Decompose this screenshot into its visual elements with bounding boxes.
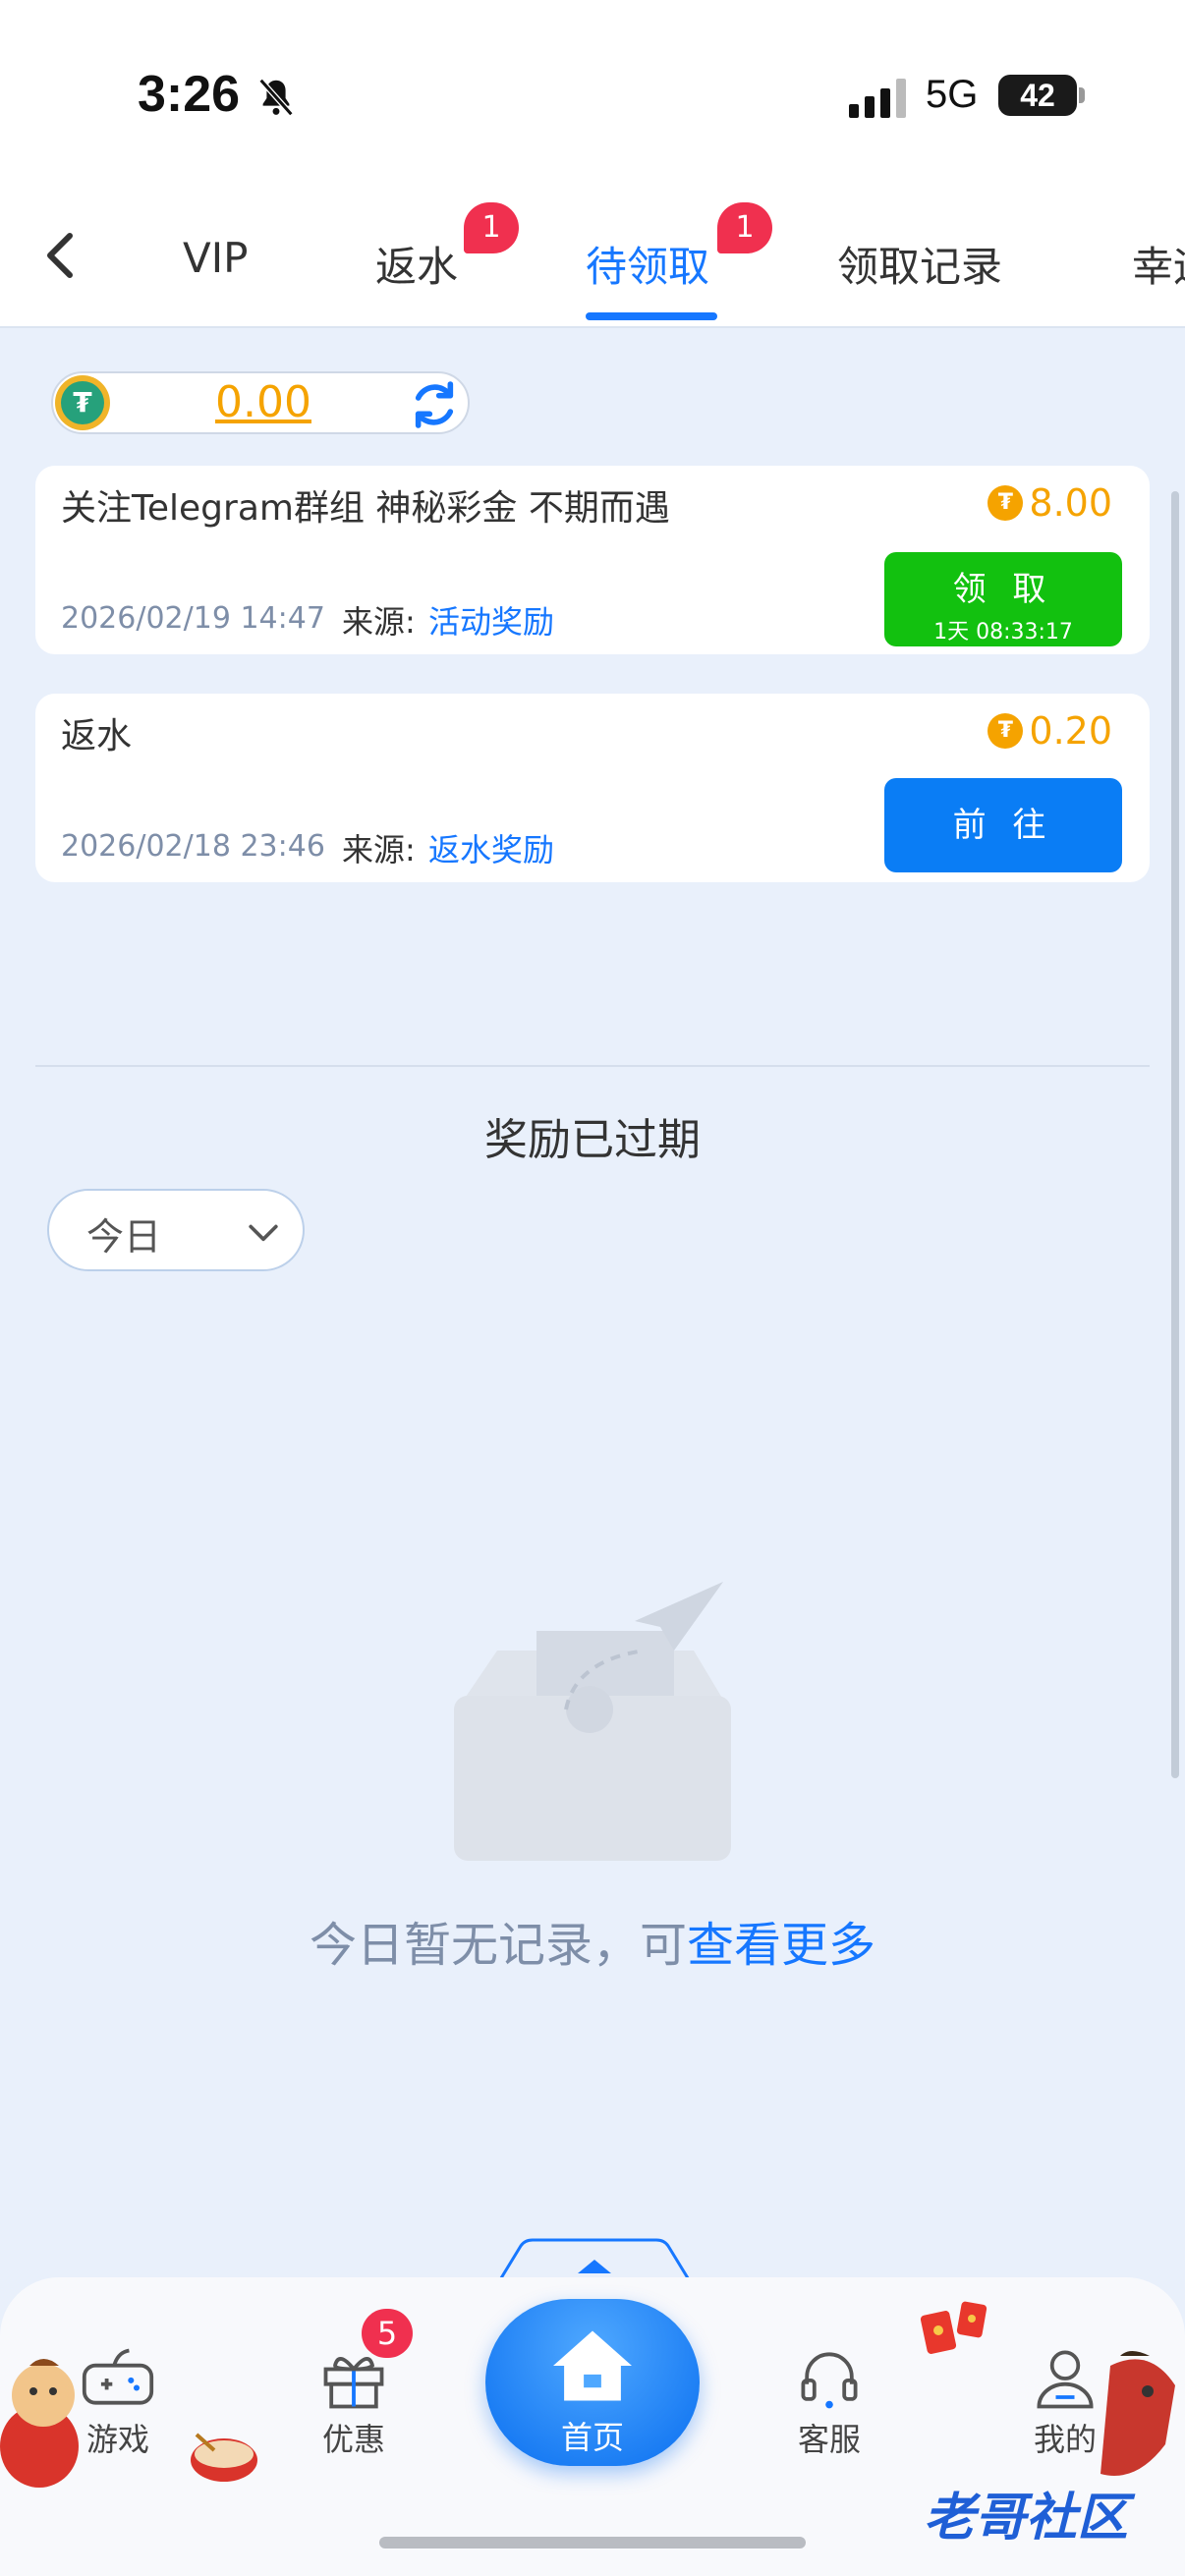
status-time: 3:26 [138,66,241,123]
tab-rebate[interactable]: 返水 [375,234,458,294]
claim-button-label: 领 取 [952,570,1054,609]
view-more-link[interactable]: 查看更多 [687,1918,875,1973]
reward-date: 2026/02/18 23:46 [61,829,325,864]
tab-lucky[interactable]: 幸运 [1132,234,1185,294]
nav-support-label: 客服 [797,2421,861,2458]
horse-mascot-icon [1100,2351,1175,2476]
empty-text: 今日暂无记录，可 [309,1918,687,1973]
empty-box-icon [428,1562,759,1886]
battery-icon: 42 [998,75,1077,116]
home-indicator[interactable] [379,2537,806,2548]
section-divider [35,1065,1150,1067]
date-filter-select[interactable]: 今日 [47,1189,305,1271]
bell-muted-icon [258,78,294,117]
chevron-down-icon [249,1224,278,1242]
balance-amount: 0.00 [215,377,311,427]
nav-home-label: 首页 [560,2419,624,2456]
balance-pill: ₮ 0.00 [51,371,470,434]
reward-title: 关注Telegram群组 神秘彩金 不期而遇 [61,488,670,529]
status-bar: 3:26 5G 42 [0,0,1185,196]
reward-source-label: 来源: [342,831,416,868]
claim-button[interactable]: 领 取 1天 08:33:17 [884,552,1122,646]
reward-source: 活动奖励 [428,603,555,641]
usdt-icon: ₮ [55,375,110,430]
refresh-icon[interactable] [407,377,462,432]
reward-source-label: 来源: [342,603,416,641]
back-arrow-icon[interactable] [35,226,85,285]
tab-active-indicator [586,312,717,320]
tab-rebate-badge: 1 [464,202,519,253]
reward-amount-value: 8.00 [1029,481,1112,525]
signal-icon [849,79,906,118]
date-filter-value: 今日 [86,1215,162,1259]
tab-pending[interactable]: 待领取 [586,234,709,294]
reward-amount-value: 0.20 [1029,709,1112,753]
headset-icon [801,2352,858,2409]
coin-icon: ₮ [988,485,1024,521]
go-button[interactable]: 前 往 [884,778,1122,872]
nav-offers-label: 优惠 [321,2421,385,2458]
reward-title: 返水 [61,716,133,756]
home-icon [553,2330,632,2401]
tab-claim-history[interactable]: 领取记录 [837,234,1002,294]
expired-section-title: 奖励已过期 [484,1115,701,1165]
battery-tip [1079,87,1085,103]
claim-countdown: 1天 08:33:17 [933,620,1073,644]
gamepad-icon [82,2348,154,2405]
tab-vip[interactable]: VIP [183,234,248,282]
coin-icon: ₮ [988,713,1024,749]
nav-offers[interactable]: 5 优惠 [285,2309,423,2460]
scrollbar[interactable] [1171,491,1179,1778]
reward-date: 2026/02/19 14:47 [61,601,325,636]
nav-support[interactable]: 客服 [761,2346,898,2460]
reward-amount: ₮ 0.20 [988,709,1112,753]
tab-pending-badge: 1 [717,202,772,253]
reward-card: 关注Telegram群组 神秘彩金 不期而遇 ₮ 8.00 2026/02/19… [35,466,1150,654]
nav-home-button[interactable]: 首页 [485,2299,700,2466]
network-type: 5G [926,73,979,116]
tab-bar: VIP 返水 1 待领取 1 领取记录 幸运 [0,196,1185,328]
watermark-logo: 老哥社区 [924,2489,1129,2548]
horse-mascot-icon [0,2359,79,2488]
red-envelope-icon [920,2301,988,2354]
drum-icon [191,2433,257,2482]
reward-source: 返水奖励 [428,831,555,868]
empty-message: 今日暂无记录，可查看更多 [0,1906,1185,1975]
reward-amount: ₮ 8.00 [988,481,1112,525]
reward-card: 返水 ₮ 0.20 2026/02/18 23:46 来源: 返水奖励 前 往 [35,694,1150,882]
nav-offers-badge: 5 [362,2309,413,2358]
